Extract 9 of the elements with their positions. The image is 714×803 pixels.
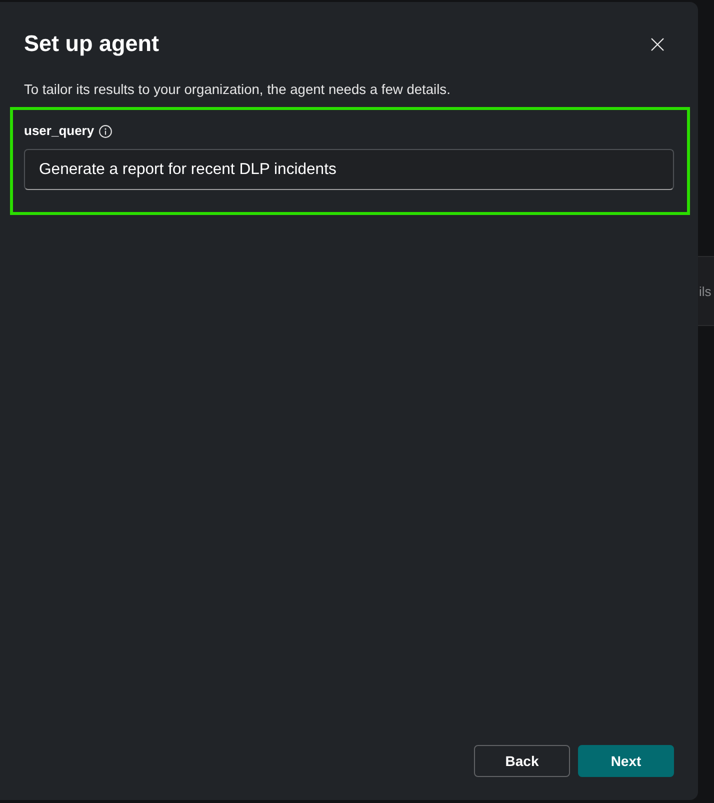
field-label: user_query	[24, 122, 94, 140]
input-field[interactable]: Generate a report for recent DLP incidents	[24, 149, 674, 190]
close-icon	[650, 38, 664, 50]
back-button[interactable]: Back	[474, 745, 570, 777]
background-text: ils	[698, 284, 712, 298]
next-button[interactable]: Next	[578, 745, 674, 777]
dialog-description: To tailor its results to your organization, the agent needs a few details.	[24, 81, 452, 99]
info-icon[interactable]	[99, 124, 112, 138]
dialog-title: Set up agent	[24, 30, 160, 58]
